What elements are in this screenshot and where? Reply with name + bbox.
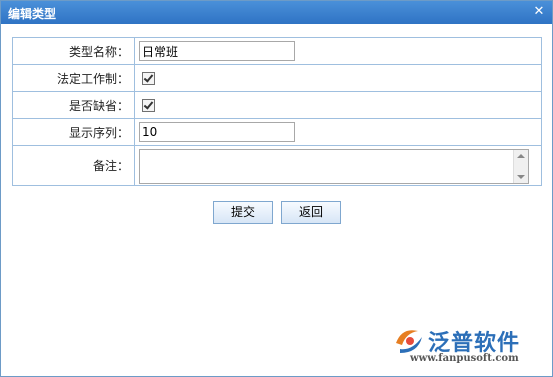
- is-default-row: 是否缺省：: [12, 91, 542, 119]
- close-icon[interactable]: ✕: [532, 5, 546, 19]
- remark-label: 备注：: [12, 145, 135, 186]
- remark-row: 备注：: [12, 145, 542, 186]
- type-name-input[interactable]: [139, 41, 295, 61]
- remark-scrollbar[interactable]: [513, 150, 528, 183]
- legal-work-checkbox[interactable]: [142, 72, 155, 85]
- is-default-checkbox[interactable]: [142, 99, 155, 112]
- dialog-title: 编辑类型: [8, 7, 57, 21]
- edit-type-dialog: 编辑类型 ✕ 类型名称： 法定工作制： 是否缺省： 显示序列：: [0, 0, 553, 377]
- type-name-label: 类型名称：: [12, 37, 135, 65]
- display-order-label: 显示序列：: [12, 118, 135, 146]
- logo-url: www.fanpusoft.com: [410, 353, 519, 364]
- scroll-down-icon[interactable]: [517, 175, 525, 179]
- edit-form: 类型名称： 法定工作制： 是否缺省： 显示序列： 备注：: [12, 37, 542, 186]
- submit-button[interactable]: 提交: [213, 201, 273, 224]
- legal-work-row: 法定工作制：: [12, 64, 542, 92]
- back-button[interactable]: 返回: [281, 201, 341, 224]
- legal-work-label: 法定工作制：: [12, 64, 135, 92]
- is-default-label: 是否缺省：: [12, 91, 135, 119]
- remark-textarea[interactable]: [139, 149, 529, 184]
- display-order-input[interactable]: [139, 122, 295, 142]
- type-name-row: 类型名称：: [12, 37, 542, 65]
- logo-icon: [396, 330, 422, 353]
- scroll-up-icon[interactable]: [517, 154, 525, 158]
- fanpusoft-logo: 泛普软件 www.fanpusoft.com: [392, 323, 542, 368]
- titlebar: 编辑类型 ✕: [1, 1, 552, 24]
- display-order-row: 显示序列：: [12, 118, 542, 146]
